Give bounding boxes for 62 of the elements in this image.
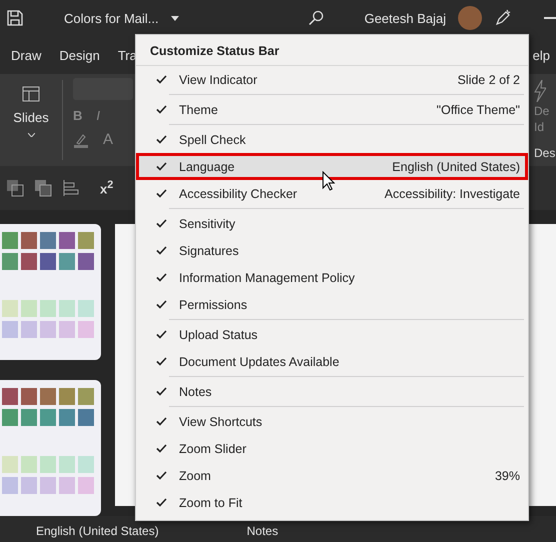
menu-item-label: View Shortcuts [179, 414, 264, 428]
menu-title: Customize Status Bar [136, 35, 528, 66]
chevron-icon[interactable] [28, 133, 34, 137]
ribbon-tab[interactable]: Draw [11, 48, 42, 62]
search-icon[interactable] [308, 10, 324, 26]
menu-item[interactable]: Document Updates Available [136, 348, 528, 375]
group-label: Des [534, 146, 556, 160]
slide-thumbnail[interactable] [0, 224, 101, 360]
menu-item-value: Slide 2 of 2 [457, 72, 520, 86]
mouse-pointer-icon [322, 171, 335, 191]
menu-item-label: Zoom to Fit [179, 496, 244, 510]
ribbon-tab[interactable]: elp [532, 48, 550, 62]
menu-item-value: English (United States) [392, 160, 520, 174]
highlighter-icon[interactable] [73, 132, 89, 148]
menu-item-value: 39% [494, 468, 520, 482]
slide-thumbnail[interactable] [0, 380, 101, 516]
menu-item[interactable]: Zoom Slider [136, 435, 528, 462]
pen-icon[interactable] [494, 9, 512, 27]
menu-item-label: View Indicator [179, 72, 258, 86]
menu-item[interactable]: Spell Check [136, 126, 528, 153]
menu-item[interactable]: Permissions [136, 291, 528, 318]
menu-item-label: Information Management Policy [179, 270, 356, 284]
lightning-icon[interactable] [534, 80, 546, 102]
menu-item-label: Notes [179, 384, 213, 398]
notes-button[interactable]: Notes [246, 524, 278, 538]
menu-item-label: Upload Status [179, 328, 259, 342]
menu-item-label: Document Updates Available [179, 354, 340, 368]
arrange-icon[interactable] [6, 179, 24, 197]
menu-item[interactable]: Sensitivity [136, 210, 528, 237]
menu-item-label: Accessibility Checker [179, 186, 298, 200]
arrange-icon[interactable] [34, 179, 52, 197]
save-icon[interactable] [6, 9, 24, 27]
menu-item-label: Permissions [179, 298, 248, 312]
menu-item[interactable]: Signatures [136, 237, 528, 264]
menu-item[interactable]: Language English (United States) [136, 153, 528, 180]
menu-item[interactable]: Accessibility Checker Accessibility: Investigate [136, 180, 528, 207]
menu-item[interactable]: View Indicator Slide 2 of 2 [136, 66, 528, 93]
menu-item-label: Signatures [179, 244, 240, 258]
menu-item-label: Sensitivity [179, 216, 236, 230]
slides-button[interactable]: Slides [13, 110, 49, 125]
menu-item[interactable]: Notes [136, 378, 528, 405]
ribbon-tab[interactable]: Design [59, 48, 100, 62]
menu-item[interactable]: Information Management Policy [136, 264, 528, 291]
menu-item[interactable]: Upload Status [136, 321, 528, 348]
menu-item[interactable]: Theme "Office Theme" [136, 96, 528, 123]
layout-icon[interactable] [22, 86, 40, 102]
user-name[interactable]: Geetesh Bajaj [364, 10, 446, 26]
menu-item[interactable]: View Shortcuts [136, 408, 528, 435]
superscript-button[interactable]: x$^{2}$ [100, 179, 114, 197]
menu-item-label: Zoom Slider [179, 442, 248, 456]
menu-item-value: "Office Theme" [436, 102, 520, 116]
avatar[interactable] [458, 6, 482, 30]
menu-item-label: Zoom [179, 468, 212, 482]
language-status[interactable]: English (United States) [36, 524, 159, 538]
menu-item[interactable]: Zoom to Fit [136, 489, 528, 516]
caret-icon[interactable] [170, 16, 179, 20]
menu-item-label: Spell Check [179, 132, 247, 146]
menu-item-label: Theme [179, 102, 219, 116]
menu-item-label: Language [179, 160, 236, 174]
document-title[interactable]: Colors for Mail... [64, 10, 159, 26]
menu-item[interactable]: Zoom 39% [136, 462, 528, 489]
menu-item-value: Accessibility: Investigate [384, 186, 520, 200]
